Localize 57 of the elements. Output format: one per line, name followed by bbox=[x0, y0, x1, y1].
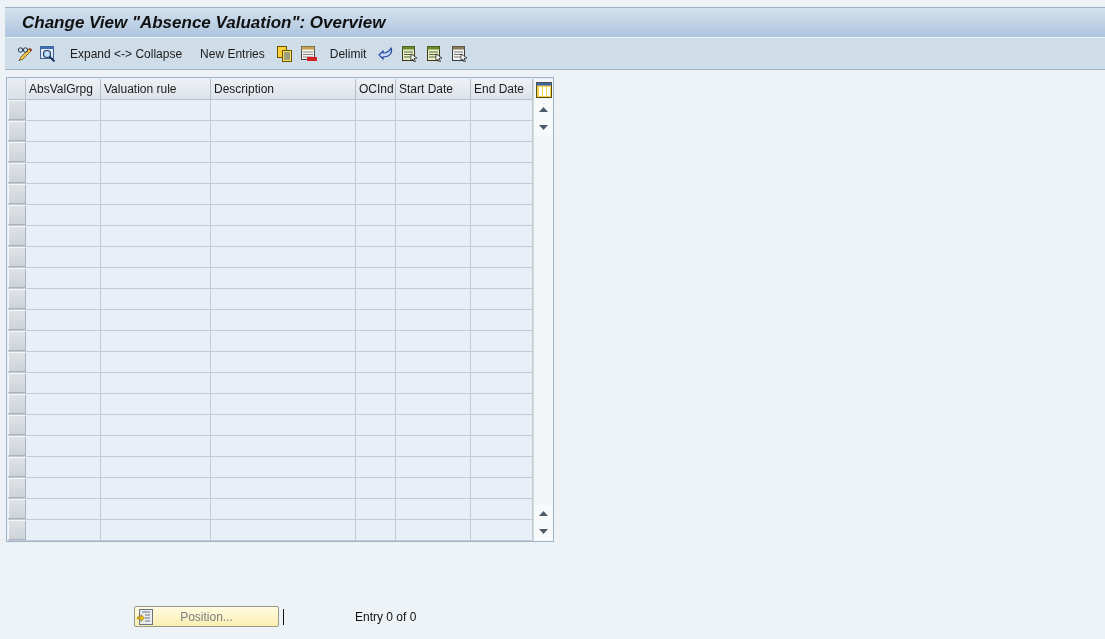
toolbar-button[interactable]: Delimit bbox=[329, 45, 367, 62]
scroll-up-button[interactable] bbox=[534, 505, 553, 522]
scroll-up-button[interactable] bbox=[534, 101, 553, 118]
row-selector[interactable] bbox=[8, 478, 26, 498]
row-selector[interactable] bbox=[8, 394, 26, 414]
toolbar-button[interactable] bbox=[17, 45, 33, 62]
undo-icon bbox=[378, 45, 395, 62]
row-selector[interactable] bbox=[8, 499, 26, 519]
column-header[interactable]: OCInd bbox=[356, 79, 396, 99]
row-selector[interactable] bbox=[8, 457, 26, 477]
toolbar-button[interactable] bbox=[378, 45, 395, 62]
up-arrow-icon bbox=[539, 107, 548, 112]
copy-icon bbox=[276, 45, 293, 62]
row-selector[interactable] bbox=[8, 436, 26, 456]
toolbar-button[interactable] bbox=[402, 45, 419, 62]
row-selector[interactable] bbox=[8, 415, 26, 435]
toolbar-button[interactable] bbox=[40, 45, 56, 62]
column-settings-button[interactable] bbox=[535, 81, 552, 98]
down-arrow-icon bbox=[539, 125, 548, 130]
row-selector[interactable] bbox=[8, 310, 26, 330]
row-selector[interactable] bbox=[8, 373, 26, 393]
text-cursor bbox=[283, 608, 284, 625]
row-selector[interactable] bbox=[8, 142, 26, 162]
toolbar-button[interactable]: New Entries bbox=[200, 45, 265, 62]
row-selector[interactable] bbox=[8, 247, 26, 267]
column-header[interactable]: End Date bbox=[471, 79, 533, 99]
row-selector[interactable] bbox=[8, 268, 26, 288]
row-selector[interactable] bbox=[8, 331, 26, 351]
row-selector[interactable] bbox=[8, 100, 26, 120]
select-all-button[interactable] bbox=[8, 79, 26, 99]
entry-counter: Entry 0 of 0 bbox=[355, 608, 417, 626]
toolbar-button[interactable] bbox=[276, 45, 293, 62]
search-icon bbox=[40, 45, 56, 62]
column-header[interactable]: AbsValGrpg bbox=[26, 79, 101, 99]
row-selector[interactable] bbox=[8, 205, 26, 225]
up-arrow-icon bbox=[539, 511, 548, 516]
scroll-down-button[interactable] bbox=[534, 523, 553, 540]
row-selector[interactable] bbox=[8, 184, 26, 204]
toolbar-button[interactable] bbox=[427, 45, 444, 62]
pencil-glasses-icon bbox=[17, 45, 33, 62]
column-header[interactable]: Valuation rule bbox=[101, 79, 211, 99]
toolbar-button[interactable]: Expand <-> Collapse bbox=[70, 45, 183, 62]
window-title: Change View "Absence Valuation": Overview bbox=[22, 11, 386, 34]
row-selector[interactable] bbox=[8, 352, 26, 372]
toolbar-button[interactable] bbox=[300, 45, 317, 62]
row-selector[interactable] bbox=[8, 121, 26, 141]
column-header[interactable]: Description bbox=[211, 79, 356, 99]
row-selector[interactable] bbox=[8, 163, 26, 183]
down-arrow-icon bbox=[539, 529, 548, 534]
row-selector[interactable] bbox=[8, 289, 26, 309]
position-button[interactable]: Position... bbox=[134, 606, 279, 627]
table-minus-icon bbox=[300, 45, 317, 62]
scroll-down-button[interactable] bbox=[534, 119, 553, 136]
row-selector[interactable] bbox=[8, 226, 26, 246]
row-selector[interactable] bbox=[8, 520, 26, 540]
toolbar-button[interactable] bbox=[452, 45, 469, 62]
column-header[interactable]: Start Date bbox=[396, 79, 471, 99]
